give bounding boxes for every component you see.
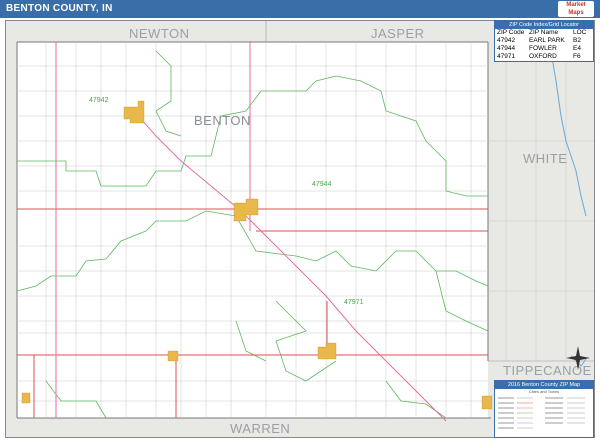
map-title: BENTON COUNTY, IN [6, 3, 113, 14]
zip-label-47971: 47971 [344, 299, 364, 306]
neighbor-county-jasper: JASPER [371, 26, 425, 41]
compass-icon [566, 346, 590, 370]
zip-index-column-headers: ZIP Code ZIP Name LOC [497, 29, 587, 36]
zip-index-row: 47971 OXFORD F6 [497, 53, 581, 60]
neighbor-county-newton: NEWTON [129, 26, 190, 41]
map-area[interactable]: NEWTON JASPER BENTON WHITE WARREN TIPPEC… [5, 20, 595, 438]
zip-index-table: ZIP Code Index/Grid Locator ZIP Code ZIP… [494, 20, 594, 62]
river [550, 50, 587, 217]
title-bar: BENTON COUNTY, IN Market Maps [0, 0, 600, 18]
zip-label-47942: 47942 [89, 97, 109, 104]
neighbor-county-white: WHITE [523, 151, 568, 166]
zip-label-47944: 47944 [312, 181, 332, 188]
zip-index-header: ZIP Code Index/Grid Locator [495, 21, 593, 29]
legend-symbols [498, 397, 585, 429]
neighbor-county-warren: WARREN [230, 421, 291, 436]
county-area [17, 42, 488, 418]
zip-index-row: 47944 FOWLER E4 [497, 45, 581, 52]
legend-header: 2016 Benton County ZIP Map [495, 381, 593, 389]
county-label-benton: BENTON [194, 113, 251, 128]
map-legend: 2016 Benton County ZIP Map Cities and To… [494, 380, 594, 438]
zip-index-row: 47942 EARL PARK B2 [497, 37, 581, 44]
logo: Market Maps [558, 1, 594, 17]
